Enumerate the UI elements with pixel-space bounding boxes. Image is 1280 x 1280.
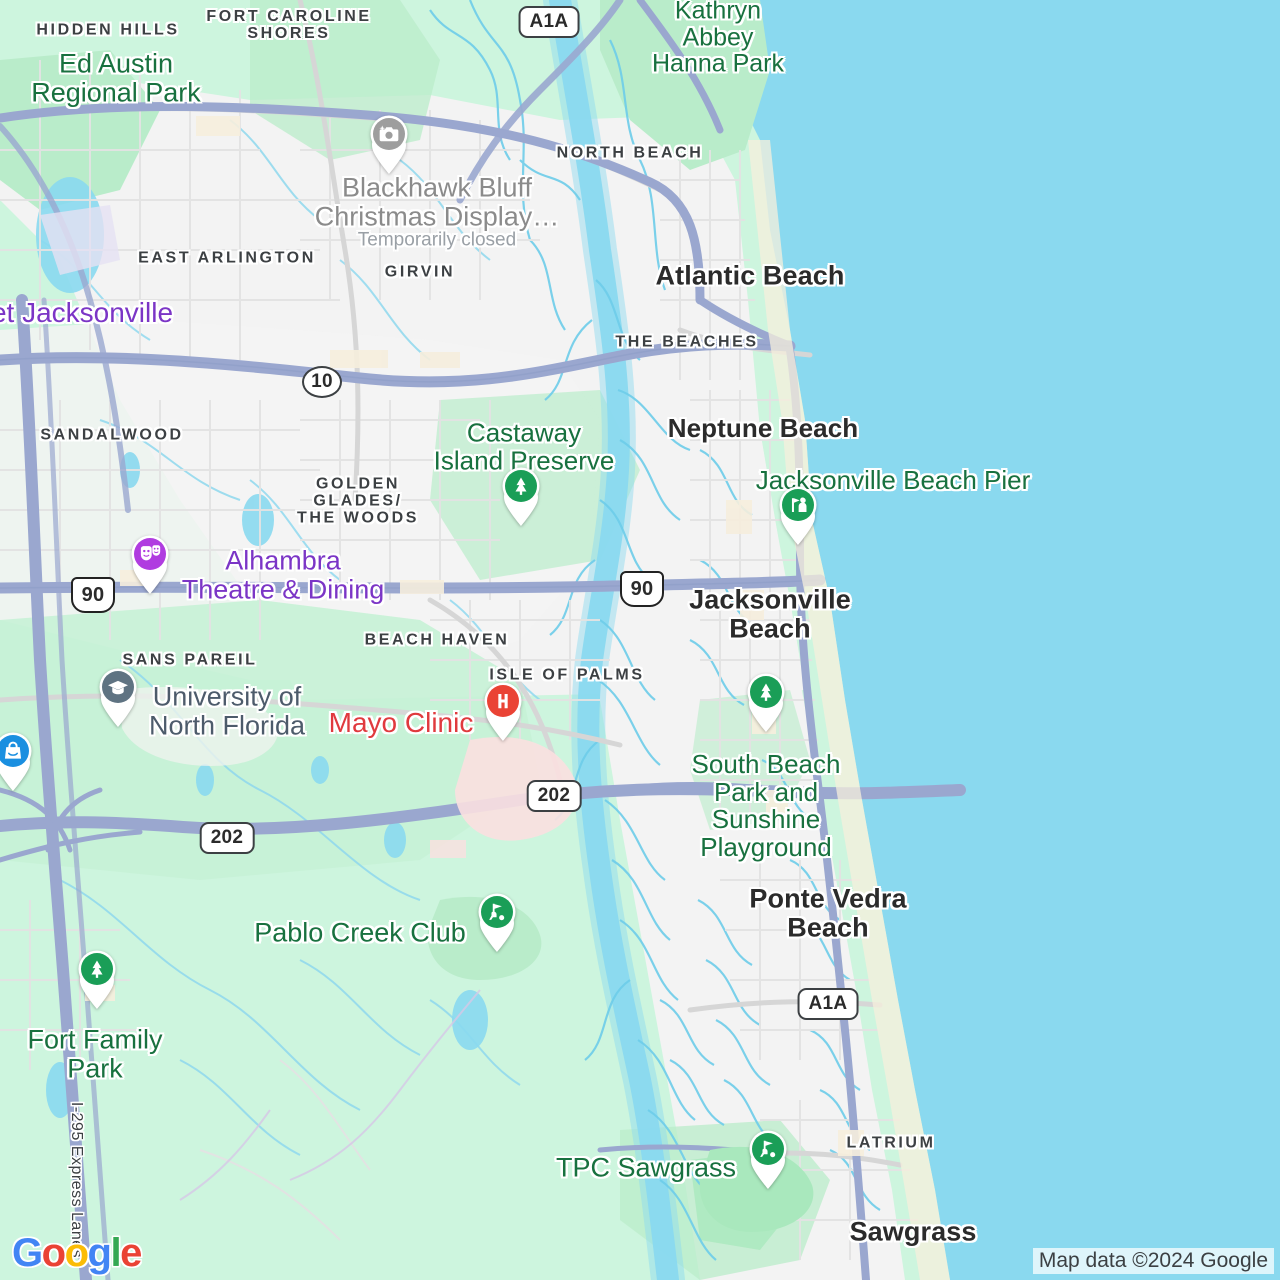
google-logo[interactable]: Google [12, 1231, 142, 1276]
basemap-vector [0, 0, 1280, 1280]
map-attribution: Map data ©2024 Google [1032, 1248, 1274, 1274]
map-pin-fort-family-park[interactable] [74, 948, 120, 1010]
highway-shield-us-90-west: 90 [71, 577, 115, 613]
theater-masks-icon [131, 535, 169, 594]
map-pin-blackhawk-bluff-christmas-display[interactable] [366, 113, 412, 175]
park-tree-icon [747, 673, 785, 732]
graduation-cap-icon [99, 668, 137, 727]
map-pin-store-marker[interactable] [0, 730, 36, 792]
park-tree-icon [502, 467, 540, 526]
map-pin-alhambra-theatre-and-dining[interactable] [127, 533, 173, 595]
hospital-h-icon [484, 682, 522, 741]
map-canvas[interactable]: Atlantic Beach Neptune Beach Jacksonville B… [0, 0, 1280, 1280]
highway-shield-a1a-south: A1A [797, 988, 859, 1020]
map-pin-pablo-creek-club[interactable] [474, 891, 520, 953]
highway-shield-i-10: 10 [302, 366, 342, 398]
park-tree-icon [78, 950, 116, 1009]
highway-shield-us-90-east: 90 [620, 571, 664, 607]
highway-shield-fl-202-west: 202 [199, 822, 255, 854]
map-pin-university-of-north-florida[interactable] [95, 666, 141, 728]
highway-shield-a1a-north: A1A [518, 6, 580, 38]
golf-icon [478, 893, 516, 952]
pier-icon [779, 486, 817, 545]
map-pin-tpc-sawgrass[interactable] [745, 1128, 791, 1190]
map-pin-jacksonville-beach-pier[interactable] [775, 484, 821, 546]
highway-shield-fl-202-east: 202 [526, 780, 582, 812]
golf-icon [749, 1130, 787, 1189]
shopping-bag-icon [0, 732, 32, 791]
map-pin-mayo-clinic[interactable] [480, 680, 526, 742]
map-pin-castaway-island-preserve[interactable] [498, 465, 544, 527]
camera-icon [370, 115, 408, 174]
map-pin-south-beach-park[interactable] [743, 671, 789, 733]
